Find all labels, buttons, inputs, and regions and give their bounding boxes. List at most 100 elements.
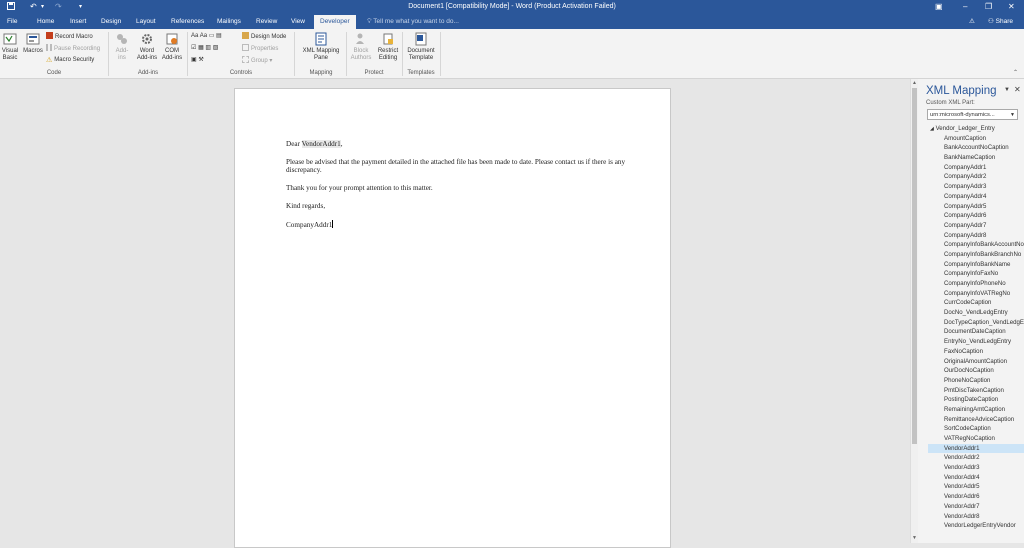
tree-node[interactable]: CompanyAddr7 xyxy=(928,221,1024,231)
tree-node[interactable]: RemainingAmtCaption xyxy=(928,405,1024,415)
macros-button[interactable]: Macros xyxy=(22,32,44,55)
tree-node[interactable]: DocumentDateCaption xyxy=(928,327,1024,337)
visual-basic-button[interactable]: Visual Basic xyxy=(1,32,19,62)
tree-node[interactable]: CompanyAddr4 xyxy=(928,192,1024,202)
combo-box-control-icon[interactable]: ▦ xyxy=(198,45,204,51)
close-window-icon[interactable]: ✕ xyxy=(1008,2,1015,11)
date-picker-control-icon[interactable]: ▧ xyxy=(213,45,219,51)
tree-node[interactable]: VendorAddr3 xyxy=(928,463,1024,473)
scrollbar-thumb[interactable] xyxy=(912,88,917,444)
word-addins-button[interactable]: Word Add-ins xyxy=(136,32,158,62)
tree-node[interactable]: VendorAddr1 xyxy=(928,443,1024,454)
minimize-icon[interactable]: – xyxy=(963,2,967,11)
macro-security-button[interactable]: ⚠ Macro Security xyxy=(46,56,94,64)
tree-node[interactable]: AmountCaption xyxy=(928,134,1024,144)
tell-me-box[interactable]: 💡︎ Tell me what you want to do... xyxy=(367,18,459,26)
share-button[interactable]: ⚇ Share xyxy=(988,17,1013,25)
xml-mapping-pane-label: XML Mapping Pane xyxy=(302,48,340,61)
tree-node[interactable]: BankAccountNoCaption xyxy=(928,143,1024,153)
tree-node[interactable]: VendorAddr6 xyxy=(928,492,1024,502)
tree-node[interactable]: CompanyAddr1 xyxy=(928,163,1024,173)
com-addins-button[interactable]: COM Add-ins xyxy=(161,32,183,62)
tab-insert[interactable]: Insert xyxy=(70,18,86,25)
document-body[interactable]: Dear VendorAddr1, Please be advised that… xyxy=(286,140,631,239)
document-page[interactable]: Dear VendorAddr1, Please be advised that… xyxy=(234,88,671,548)
legacy-tools-icon[interactable]: ⚒ xyxy=(198,57,203,63)
scroll-up-icon[interactable]: ▲ xyxy=(911,80,918,86)
record-macro-label: Record Macro xyxy=(55,34,93,40)
tab-home[interactable]: Home xyxy=(37,18,54,25)
tree-node[interactable]: CompanyInfoBankName xyxy=(928,260,1024,270)
tree-node[interactable]: OriginalAmountCaption xyxy=(928,357,1024,367)
custom-xml-part-select[interactable]: urn:microsoft-dynamics... ▼ xyxy=(927,109,1018,120)
document-template-button[interactable]: Document Template xyxy=(404,32,438,62)
picture-control-icon[interactable]: ▭ xyxy=(209,33,215,39)
tab-mailings[interactable]: Mailings xyxy=(217,18,241,25)
tree-node[interactable]: VendorAddr7 xyxy=(928,502,1024,512)
tree-node[interactable]: RemittanceAdviceCaption xyxy=(928,415,1024,425)
tree-node[interactable]: VendorAddr8 xyxy=(928,512,1024,522)
checkbox-control-icon[interactable]: ☑ xyxy=(191,45,196,51)
properties-button[interactable]: Properties xyxy=(242,44,278,53)
tree-node[interactable]: BankNameCaption xyxy=(928,153,1024,163)
plain-text-control-icon[interactable]: Aa xyxy=(200,33,207,39)
vendor-addr1-field[interactable]: VendorAddr1 xyxy=(301,140,341,148)
tree-node[interactable]: PhoneNoCaption xyxy=(928,376,1024,386)
tab-references[interactable]: References xyxy=(171,18,204,25)
repeating-section-control-icon[interactable]: ▣ xyxy=(191,57,197,63)
tree-node[interactable]: PmtDiscTakenCaption xyxy=(928,386,1024,396)
tree-node[interactable]: VendorLedgerEntryVendor xyxy=(928,521,1024,531)
tree-node[interactable]: CompanyAddr2 xyxy=(928,172,1024,182)
group-button[interactable]: Group ▾ xyxy=(242,56,272,65)
addins-button[interactable]: Add-ins xyxy=(112,32,132,62)
tree-node[interactable]: CompanyAddr5 xyxy=(928,202,1024,212)
design-mode-button[interactable]: Design Mode xyxy=(242,32,286,41)
tree-node[interactable]: OurDocNoCaption xyxy=(928,366,1024,376)
tab-developer[interactable]: Developer xyxy=(314,15,356,29)
pause-recording-button[interactable]: Pause Recording xyxy=(46,44,100,53)
tree-node[interactable]: CompanyInfoBankBranchNo xyxy=(928,250,1024,260)
tree-root[interactable]: ◢ Vendor_Ledger_Entry xyxy=(928,124,1024,134)
tree-node[interactable]: DocNo_VendLedgEntry xyxy=(928,308,1024,318)
tree-node[interactable]: CompanyAddr8 xyxy=(928,231,1024,241)
restrict-editing-button[interactable]: Restrict Editing xyxy=(375,32,401,62)
scroll-down-icon[interactable]: ▼ xyxy=(911,535,918,541)
company-addr1-field[interactable]: CompanyAddr1 xyxy=(286,221,332,229)
tab-file[interactable]: File xyxy=(7,18,17,25)
block-authors-button[interactable]: Block Authors xyxy=(348,32,374,62)
warning-icon[interactable]: ⚠ xyxy=(969,17,975,25)
pane-options-icon[interactable]: ▼ xyxy=(1004,87,1010,93)
tab-design[interactable]: Design xyxy=(101,18,121,25)
document-template-icon xyxy=(415,32,427,46)
restore-icon[interactable]: ❐ xyxy=(985,2,992,11)
tab-review[interactable]: Review xyxy=(256,18,277,25)
tree-node[interactable]: CompanyInfoPhoneNo xyxy=(928,279,1024,289)
pane-close-icon[interactable]: ✕ xyxy=(1014,85,1021,94)
tree-node[interactable]: CompanyAddr3 xyxy=(928,182,1024,192)
tree-node[interactable]: DocTypeCaption_VendLedgEntry xyxy=(928,318,1024,328)
tree-node[interactable]: VendorAddr5 xyxy=(928,482,1024,492)
xml-mapping-pane-button[interactable]: XML Mapping Pane xyxy=(298,32,344,62)
tree-node[interactable]: CompanyInfoVATRegNo xyxy=(928,289,1024,299)
dropdown-control-icon[interactable]: ▥ xyxy=(205,45,211,51)
tree-node[interactable]: VATRegNoCaption xyxy=(928,434,1024,444)
tab-layout[interactable]: Layout xyxy=(136,18,156,25)
collapse-ribbon-icon[interactable]: ⌃ xyxy=(1013,69,1018,76)
tree-node[interactable]: CompanyInfoBankAccountNo xyxy=(928,240,1024,250)
document-canvas: Dear VendorAddr1, Please be advised that… xyxy=(0,79,910,548)
tree-node[interactable]: SortCodeCaption xyxy=(928,424,1024,434)
tree-node[interactable]: FaxNoCaption xyxy=(928,347,1024,357)
document-scrollbar[interactable]: ▲ ▼ xyxy=(910,79,918,543)
rich-text-control-icon[interactable]: Aa xyxy=(191,33,198,39)
tree-node[interactable]: VendorAddr2 xyxy=(928,453,1024,463)
tree-node[interactable]: VendorAddr4 xyxy=(928,473,1024,483)
record-macro-button[interactable]: Record Macro xyxy=(46,32,93,41)
ribbon-display-options-icon[interactable]: ▣ xyxy=(935,2,943,11)
tree-node[interactable]: PostingDateCaption xyxy=(928,395,1024,405)
tree-node[interactable]: CurrCodeCaption xyxy=(928,298,1024,308)
tab-view[interactable]: View xyxy=(291,18,305,25)
tree-node[interactable]: CompanyInfoFaxNo xyxy=(928,269,1024,279)
tree-node[interactable]: CompanyAddr6 xyxy=(928,211,1024,221)
building-block-control-icon[interactable]: ▤ xyxy=(216,33,222,39)
tree-node[interactable]: EntryNo_VendLedgEntry xyxy=(928,337,1024,347)
